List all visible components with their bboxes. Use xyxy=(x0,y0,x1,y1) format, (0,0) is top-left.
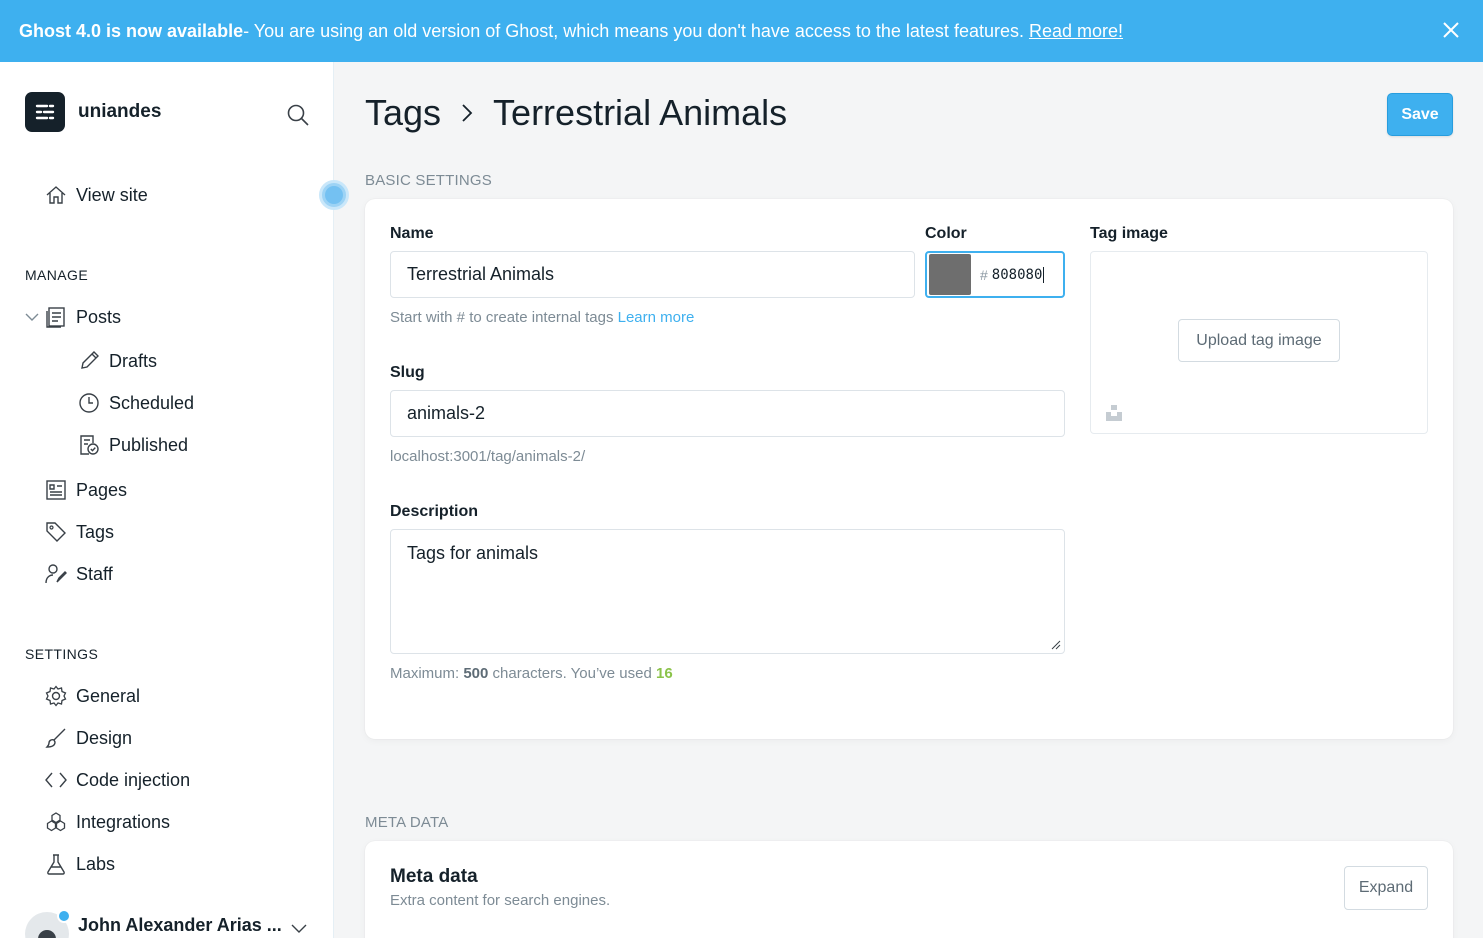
upload-tag-image-button[interactable]: Upload tag image xyxy=(1178,319,1340,362)
sidebar-item-label: Pages xyxy=(76,479,128,500)
unsplash-icon[interactable] xyxy=(1105,404,1123,422)
tag-icon xyxy=(46,522,66,542)
sidebar-item-label: View site xyxy=(76,184,148,205)
sidebar-item-design[interactable]: Design xyxy=(45,727,132,749)
clock-icon xyxy=(79,393,99,413)
pages-icon xyxy=(46,480,66,500)
banner-read-more-link[interactable]: Read more! xyxy=(1029,21,1123,42)
sidebar-item-label: Design xyxy=(76,727,133,748)
name-input[interactable]: Terrestrial Animals xyxy=(390,251,915,298)
description-textarea[interactable]: Tags for animals xyxy=(390,529,1065,654)
published-icon xyxy=(80,435,99,455)
user-name: John Alexander Arias ... xyxy=(78,914,282,935)
resize-handle-icon[interactable] xyxy=(1051,640,1061,650)
breadcrumb-tags-link[interactable]: Tags xyxy=(365,92,441,134)
brand-name: uniandes xyxy=(78,101,162,122)
counter-mid: characters. You’ve used xyxy=(492,665,652,682)
name-hint-text: Start with # to create internal tags xyxy=(390,309,614,326)
page-title: Tags Terrestrial Animals xyxy=(365,92,787,134)
sidebar-item-label: Labs xyxy=(76,853,116,874)
meta-data-title: Meta data xyxy=(390,866,478,887)
counter-used: 16 xyxy=(656,665,673,682)
notification-badge xyxy=(57,909,71,923)
description-label: Description xyxy=(390,503,479,520)
breadcrumb-current: Terrestrial Animals xyxy=(493,92,788,133)
brand-logo-icon xyxy=(25,92,65,132)
name-hint: Start with # to create internal tags Lea… xyxy=(390,309,694,326)
home-icon xyxy=(46,186,66,204)
sidebar-item-tags[interactable]: Tags xyxy=(45,521,114,543)
sidebar-item-label: Staff xyxy=(76,563,113,584)
posts-icon xyxy=(46,307,65,328)
gear-icon xyxy=(45,685,67,707)
color-input[interactable]: # 808080 xyxy=(925,251,1065,298)
sidebar-item-code-injection[interactable]: Code injection xyxy=(45,769,190,791)
tag-image-label: Tag image xyxy=(1090,225,1168,242)
basic-settings-label: BASIC SETTINGS xyxy=(365,172,492,189)
sidebar-item-label: Drafts xyxy=(109,350,158,371)
slug-input[interactable]: animals-2 xyxy=(390,390,1065,437)
banner-message: - You are using an old version of Ghost,… xyxy=(243,20,1024,41)
sidebar-item-label: General xyxy=(76,685,141,706)
code-icon xyxy=(45,772,67,788)
learn-more-link[interactable]: Learn more xyxy=(618,309,695,326)
chevron-down-icon[interactable] xyxy=(290,922,308,934)
sidebar-item-labs[interactable]: Labs xyxy=(45,853,115,875)
color-hash: # xyxy=(980,266,988,283)
meta-data-card xyxy=(365,841,1453,938)
search-icon[interactable] xyxy=(286,103,310,127)
onboarding-pulse-dot[interactable] xyxy=(319,180,349,210)
staff-icon xyxy=(45,564,67,584)
close-icon[interactable] xyxy=(1441,20,1461,40)
sidebar-item-posts[interactable]: Posts xyxy=(45,306,121,328)
settings-section-title: SETTINGS xyxy=(25,646,99,662)
counter-max: 500 xyxy=(463,665,489,682)
save-button[interactable]: Save xyxy=(1387,93,1453,136)
update-banner: Ghost 4.0 is now available - You are usi… xyxy=(0,0,1483,62)
sidebar-item-label: Tags xyxy=(76,521,115,542)
sidebar-item-label: Published xyxy=(109,434,189,455)
color-hex-value[interactable]: 808080 xyxy=(992,266,1045,283)
banner-title: Ghost 4.0 is now available xyxy=(19,20,244,41)
pencil-icon xyxy=(81,351,99,369)
color-label: Color xyxy=(925,225,967,242)
slug-url: localhost:3001/tag/animals-2/ xyxy=(390,448,586,465)
description-text: Tags for animals xyxy=(407,543,539,563)
chevron-right-icon xyxy=(462,104,473,122)
brush-icon xyxy=(45,728,66,748)
counter-prefix: Maximum: xyxy=(390,665,460,682)
sidebar: uniandes View site MANAGE Posts Drafts S… xyxy=(0,62,349,938)
sidebar-item-drafts[interactable]: Drafts xyxy=(78,350,157,372)
meta-data-subtitle: Extra content for search engines. xyxy=(390,892,611,909)
manage-section-title: MANAGE xyxy=(25,267,89,283)
sidebar-item-label: Code injection xyxy=(76,769,191,790)
sidebar-item-general[interactable]: General xyxy=(45,685,140,707)
sidebar-item-published[interactable]: Published xyxy=(78,434,188,456)
sidebar-item-label: Integrations xyxy=(76,811,171,832)
sidebar-item-staff[interactable]: Staff xyxy=(45,563,113,585)
expand-button[interactable]: Expand xyxy=(1344,866,1428,910)
sidebar-item-pages[interactable]: Pages xyxy=(45,479,127,501)
slug-label: Slug xyxy=(390,364,425,381)
sidebar-item-view-site[interactable]: View site xyxy=(45,184,148,206)
chevron-down-icon[interactable] xyxy=(25,312,39,322)
sidebar-item-label: Scheduled xyxy=(109,392,195,413)
meta-data-label: META DATA xyxy=(365,814,449,831)
tag-image-dropzone[interactable]: Upload tag image xyxy=(1090,251,1428,434)
integrations-icon xyxy=(46,812,66,832)
sidebar-item-scheduled[interactable]: Scheduled xyxy=(78,392,194,414)
sidebar-item-integrations[interactable]: Integrations xyxy=(45,811,170,833)
description-counter: Maximum: 500 characters. You’ve used 16 xyxy=(390,665,673,682)
brand[interactable]: uniandes xyxy=(25,92,161,132)
color-swatch[interactable] xyxy=(929,254,971,295)
name-label: Name xyxy=(390,225,434,242)
sidebar-item-label: Posts xyxy=(76,306,122,327)
flask-icon xyxy=(47,854,65,875)
